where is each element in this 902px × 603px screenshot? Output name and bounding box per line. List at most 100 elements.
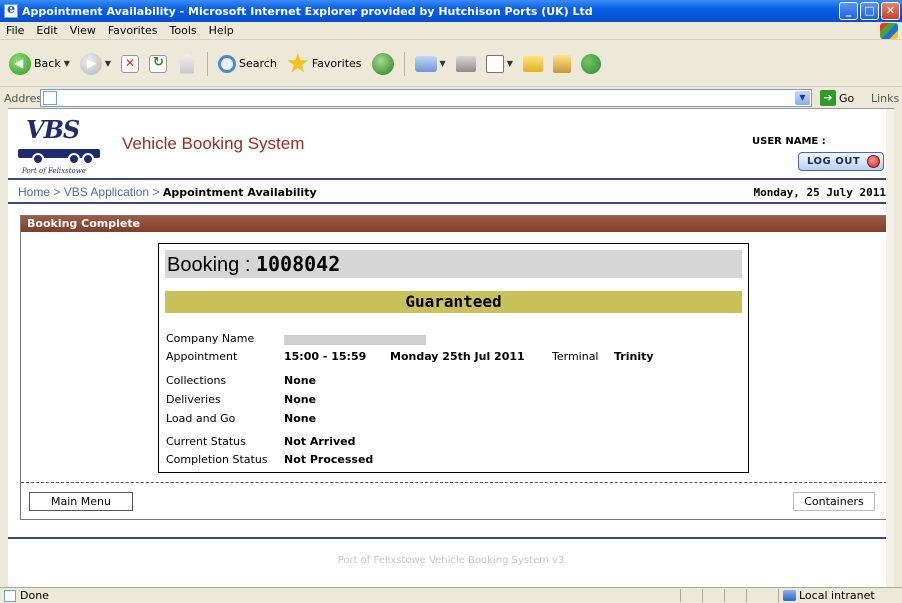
booking-heading: Booking : 1008042 [165,250,742,278]
logout-icon [867,155,880,168]
research-button[interactable] [550,49,574,79]
chevron-down-icon: ▼ [63,59,70,68]
search-label: Search [239,57,277,70]
mail-icon [414,55,437,72]
current-status-row: Current Status Not Arrived [166,435,356,448]
star-icon [287,52,309,73]
mail-button[interactable]: ▼ [412,49,449,79]
breadcrumb-separator: > [152,185,160,199]
menu-bar: File Edit View Favorites Tools Help [0,22,902,40]
footer-divider [8,537,894,539]
menu-tools[interactable]: Tools [170,24,197,37]
home-icon [177,53,198,74]
company-name-row: Company Name [166,332,426,345]
panel-divider [21,482,887,483]
research-icon [552,54,571,73]
load-and-go-label: Load and Go [166,412,236,425]
booking-panel: Booking Complete Booking : 1008042 Guara… [20,215,888,520]
address-input[interactable]: ▼ [40,89,812,107]
logo-text: VBS [26,115,80,144]
current-status-label: Current Status [166,435,246,448]
menu-edit[interactable]: Edit [36,24,57,37]
minimize-button[interactable]: _ [839,2,858,20]
containers-button[interactable]: Containers [793,492,875,511]
media-icon [371,52,394,75]
status-cell [746,589,768,602]
folder-button[interactable] [520,49,546,79]
status-cell [680,589,702,602]
toolbar: Back ▼ ▼ Search Favorites ▼ ▼ [0,41,902,87]
print-button[interactable] [453,49,479,79]
breadcrumb-current: Appointment Availability [162,186,317,199]
vertical-scrollbar[interactable] [886,109,894,587]
deliveries-label: Deliveries [166,393,221,406]
terminal-value: Trinity [614,350,654,363]
completion-status-label: Completion Status [166,453,268,466]
booking-number: 1008042 [255,252,341,276]
go-button[interactable]: ➔ Go [820,90,854,106]
completion-status-row: Completion Status Not Processed [166,453,373,466]
messenger-button[interactable] [578,49,604,79]
edit-icon [485,54,504,73]
window-title-bar: Appointment Availability - Microsoft Int… [0,0,902,22]
stop-icon [121,54,140,73]
vbs-logo: VBS Port of Felixstowe [18,115,108,177]
deliveries-row: Deliveries None [166,393,316,406]
links-button[interactable]: Links [871,92,899,105]
menu-view[interactable]: View [70,24,96,37]
deliveries-value: None [284,393,317,406]
logout-label: LOG OUT [807,156,861,167]
booking-details: Booking : 1008042 Guaranteed Company Nam… [158,243,749,473]
status-cell [724,589,746,602]
menu-file[interactable]: File [6,24,24,37]
appointment-time: 15:00 - 15:59 [284,350,367,363]
breadcrumb-divider [8,202,894,204]
breadcrumb: Home > VBS Application > Appointment Ava… [18,185,317,199]
back-button[interactable]: Back ▼ [6,49,73,79]
logout-button[interactable]: LOG OUT [798,152,884,171]
breadcrumb-home[interactable]: Home [18,185,50,199]
status-text: Done [20,589,49,602]
address-bar: Address ▼ ➔ Go Links [0,88,902,108]
breadcrumb-app[interactable]: VBS Application [64,185,149,199]
favorites-button[interactable]: Favorites [284,49,365,79]
menu-favorites[interactable]: Favorites [108,24,158,37]
appointment-row: Appointment 15:00 - 15:59 Monday 25th Ju… [166,350,654,363]
printer-icon [455,55,476,72]
main-menu-button[interactable]: Main Menu [29,492,133,511]
load-and-go-value: None [284,412,317,425]
windows-logo-icon [880,23,898,39]
load-and-go-row: Load and Go None [166,412,316,425]
folder-icon [522,55,543,72]
back-arrow-icon [9,52,31,75]
panel-title: Booking Complete [21,216,887,232]
appointment-label: Appointment [166,350,238,363]
logo-wheel-icon [68,153,80,165]
logo-subtext: Port of Felixstowe [22,167,86,175]
close-button[interactable]: ✕ [881,2,900,20]
media-button[interactable] [369,49,397,79]
site-title: Vehicle Booking System [122,134,305,153]
search-button[interactable]: Search [215,49,280,79]
stop-button[interactable] [118,49,142,79]
status-bar: Done Local intranet [0,587,902,603]
collections-row: Collections None [166,374,316,387]
toolbar-separator [403,51,405,76]
edit-button[interactable]: ▼ [483,49,516,79]
chevron-down-icon: ▼ [104,59,112,68]
completion-status-value: Not Processed [284,453,374,466]
maximize-button[interactable]: □ [860,2,879,20]
menu-help[interactable]: Help [209,24,234,37]
intranet-icon [783,590,796,601]
page-viewport: VBS Port of Felixstowe Vehicle Booking S… [8,108,894,587]
forward-button[interactable]: ▼ [77,49,114,79]
page-done-icon [4,589,16,602]
chevron-down-icon: ▼ [506,59,513,68]
window-controls: _ □ ✕ [839,2,900,20]
current-status-value: Not Arrived [284,435,356,448]
refresh-button[interactable] [146,49,170,79]
page-date: Monday, 25 July 2011 [753,186,886,199]
home-button[interactable] [174,49,200,79]
zone-label: Local intranet [799,589,875,602]
address-dropdown-icon[interactable]: ▼ [795,91,810,105]
